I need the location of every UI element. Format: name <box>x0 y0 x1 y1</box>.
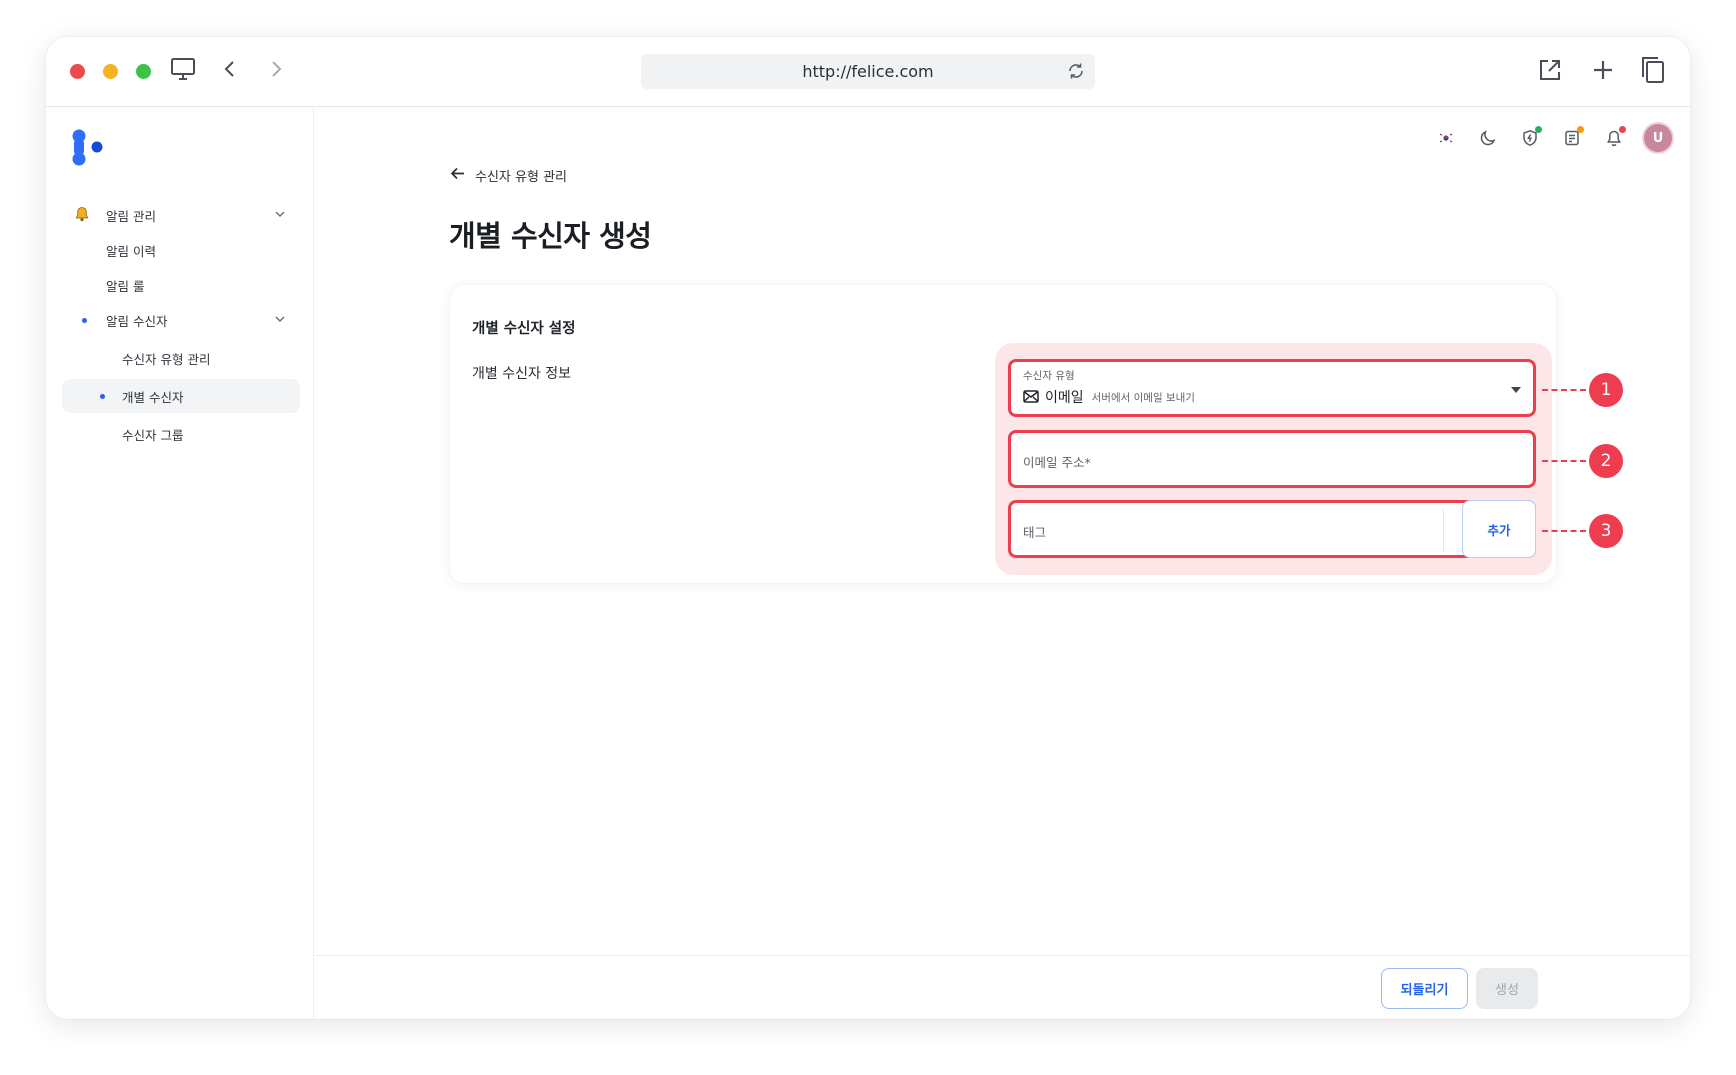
sidebar-item-individual-recipient[interactable]: 개별 수신자 <box>62 379 300 413</box>
tag-input[interactable]: 태그 <box>1023 522 1046 541</box>
active-bullet <box>100 394 105 399</box>
tag-input-group: 태그 추가 <box>1008 500 1536 558</box>
main-content: U 수신자 유형 관리 개별 수신자 생성 개별 수신자 설정 개별 수신자 정… <box>315 108 1690 1019</box>
copy-icon[interactable] <box>1640 55 1666 85</box>
sidebar-item-label: 알림 이력 <box>106 243 156 259</box>
callout-marker-1: 1 <box>1589 373 1623 407</box>
minimize-window-button[interactable] <box>103 64 118 79</box>
callout-marker-2: 2 <box>1589 444 1623 478</box>
address-bar[interactable]: http://felice.com <box>641 54 1095 89</box>
status-badge <box>1577 126 1584 133</box>
sidebar-item-alert-rule[interactable]: 알림 룰 <box>62 268 300 302</box>
sidebar-item-label: 알림 수신자 <box>106 313 168 329</box>
recipient-type-label: 수신자 유형 <box>1023 370 1075 382</box>
bell-icon <box>74 206 90 225</box>
callout-marker-3: 3 <box>1589 514 1623 548</box>
back-arrow-icon[interactable] <box>224 60 236 78</box>
sidebar-item-alert-management[interactable]: 알림 관리 <box>62 198 300 232</box>
back-link-label: 수신자 유형 관리 <box>475 170 567 185</box>
caret-down-icon[interactable] <box>1511 387 1521 393</box>
status-badge <box>1619 126 1626 133</box>
header-toolbar: U <box>1432 122 1674 154</box>
notification-bell-icon[interactable] <box>1600 124 1628 152</box>
email-input[interactable]: 이메일 주소* <box>1008 430 1536 488</box>
recipient-type-description: 서버에서 이메일 보내기 <box>1091 391 1195 404</box>
settings-card: 개별 수신자 설정 개별 수신자 정보 수신자 유형 이메일 서버에서 이메일 … <box>450 285 1623 583</box>
close-window-button[interactable] <box>70 64 85 79</box>
new-tab-icon[interactable] <box>1591 58 1615 82</box>
arrow-left-icon <box>450 167 465 184</box>
app-logo[interactable] <box>70 128 106 172</box>
sidebar-item-recipient-group[interactable]: 수신자 그룹 <box>62 417 300 451</box>
back-link[interactable]: 수신자 유형 관리 <box>450 166 567 185</box>
card-title: 개별 수신자 설정 <box>472 321 576 337</box>
url-text: http://felice.com <box>802 62 934 81</box>
maximize-window-button[interactable] <box>136 64 151 79</box>
forward-arrow-icon[interactable] <box>270 60 282 78</box>
sidebar-item-label: 수신자 그룹 <box>122 427 184 443</box>
browser-titlebar: http://felice.com <box>46 37 1690 107</box>
create-button[interactable]: 생성 <box>1476 968 1538 1009</box>
callout-line <box>1542 460 1586 462</box>
page-title: 개별 수신자 생성 <box>449 219 652 253</box>
callout-line <box>1542 530 1586 532</box>
sidebar-item-label: 알림 관리 <box>106 208 156 224</box>
sidebar-item-label: 알림 룰 <box>106 278 145 294</box>
sidebar: 알림 관리 알림 이력 알림 룰 알림 수신자 수신자 유형 관리 개별 수신자 <box>46 108 314 1019</box>
callout-line <box>1542 389 1586 391</box>
divider <box>1443 509 1444 551</box>
sidebar-item-recipient-type-management[interactable]: 수신자 유형 관리 <box>62 341 300 375</box>
browser-window: http://felice.com 알림 관리 알림 이력 알림 룰 알림 수신… <box>46 37 1690 1019</box>
shield-icon[interactable] <box>1516 124 1544 152</box>
active-bullet <box>82 318 87 323</box>
notes-icon[interactable] <box>1558 124 1586 152</box>
envelope-icon <box>1023 388 1039 407</box>
add-tag-button[interactable]: 추가 <box>1462 500 1536 558</box>
sidebar-item-alert-recipients[interactable]: 알림 수신자 <box>62 303 300 337</box>
chevron-down-icon[interactable] <box>274 208 286 223</box>
sidebar-item-alert-history[interactable]: 알림 이력 <box>62 233 300 267</box>
dark-mode-moon-icon[interactable] <box>1474 124 1502 152</box>
language-flag-icon[interactable] <box>1432 124 1460 152</box>
sidebar-item-label: 개별 수신자 <box>122 389 184 405</box>
recipient-type-select[interactable]: 수신자 유형 이메일 서버에서 이메일 보내기 <box>1008 359 1536 417</box>
reload-icon[interactable] <box>1067 62 1085 84</box>
sidebar-item-label: 수신자 유형 관리 <box>122 351 211 367</box>
avatar[interactable]: U <box>1642 122 1674 154</box>
recipient-type-value: 이메일 <box>1045 390 1084 406</box>
reset-button[interactable]: 되돌리기 <box>1381 968 1468 1009</box>
monitor-icon[interactable] <box>170 57 196 81</box>
chevron-down-icon[interactable] <box>274 313 286 328</box>
status-badge <box>1535 126 1542 133</box>
form-footer: 되돌리기 생성 <box>315 955 1690 1019</box>
section-label: 개별 수신자 정보 <box>472 366 572 382</box>
email-placeholder: 이메일 주소* <box>1023 455 1091 470</box>
open-external-icon[interactable] <box>1537 57 1563 83</box>
